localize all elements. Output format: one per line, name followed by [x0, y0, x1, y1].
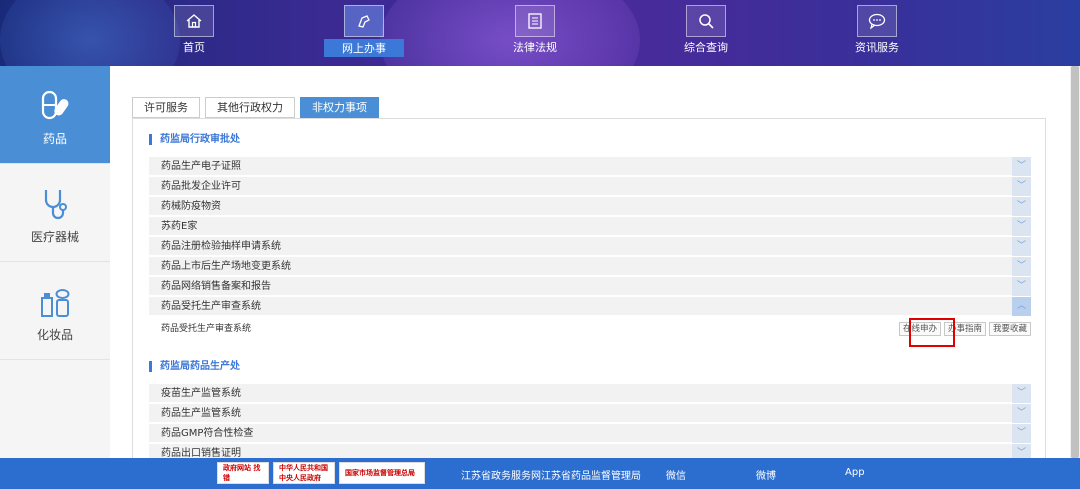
footer-link-wechat[interactable]: 微信 — [666, 467, 686, 482]
chevron-down-icon[interactable]: ﹀ — [1012, 237, 1031, 256]
central-gov-badge[interactable]: 中华人民共和国 中央人民政府 — [273, 462, 335, 484]
list-item[interactable]: 药械防疫物资 ﹀ — [149, 197, 1031, 216]
category-sidebar: 药品 医疗器械 化妆品 — [0, 66, 110, 458]
home-icon — [174, 5, 214, 37]
sidebar-item-cosmetics[interactable]: 化妆品 — [0, 262, 110, 360]
nav-news[interactable]: 资讯服务 — [851, 5, 903, 54]
chevron-down-icon[interactable]: ﹀ — [1012, 257, 1031, 276]
list-item[interactable]: 疫苗生产监管系统 ﹀ — [149, 384, 1031, 403]
list-item-label: 药品上市后生产场地变更系统 — [161, 261, 291, 272]
hand-icon — [344, 5, 384, 37]
annotation-highlight-box — [909, 318, 955, 347]
nav-query-label: 综合查询 — [684, 41, 728, 54]
nav-online-service-label: 网上办事 — [324, 39, 404, 57]
sidebar-item-drugs-label: 药品 — [42, 132, 67, 146]
chevron-down-icon[interactable]: ﹀ — [1012, 424, 1031, 443]
list-item-label: 药品受托生产审查系统 — [161, 301, 261, 312]
chevron-down-icon[interactable]: ﹀ — [1012, 384, 1031, 403]
chevron-down-icon[interactable]: ﹀ — [1012, 177, 1031, 196]
nav-online-service[interactable]: 网上办事 — [324, 5, 404, 57]
chevron-down-icon[interactable]: ﹀ — [1012, 197, 1031, 216]
list-item[interactable]: 药品生产电子证照 ﹀ — [149, 157, 1031, 176]
list-item-label: 药品注册检验抽样申请系统 — [161, 241, 281, 252]
sidebar-item-devices-label: 医疗器械 — [30, 230, 79, 244]
samr-badge[interactable]: 国家市场监督管理总局 — [339, 462, 425, 484]
nav-laws[interactable]: 法律法规 — [509, 5, 561, 54]
sidebar-item-cosmetics-label: 化妆品 — [36, 328, 73, 342]
chevron-down-icon[interactable]: ﹀ — [1012, 404, 1031, 423]
top-header: 首页 网上办事 法律法规 综合查询 资讯服务 — [0, 0, 1080, 66]
pill-icon — [41, 90, 69, 120]
stethoscope-icon — [44, 190, 67, 220]
sidebar-item-drugs[interactable]: 药品 — [0, 66, 110, 164]
page-scrollbar[interactable] — [1070, 66, 1080, 458]
section-title: 药监局行政审批处 — [149, 134, 240, 145]
footer-link-gov-service[interactable]: 江苏省政务服务网 — [461, 467, 541, 482]
section-title: 药监局药品生产处 — [149, 361, 240, 372]
tab-license[interactable]: 许可服务 — [132, 97, 200, 118]
list-item-label: 苏药E家 — [161, 221, 198, 232]
header-glow-left — [0, 0, 180, 66]
list-item-label: 药品生产监管系统 — [161, 408, 241, 419]
chat-icon — [857, 5, 897, 37]
tab-other-powers[interactable]: 其他行政权力 — [205, 97, 295, 118]
list-item-label: 药品网络销售备案和报告 — [161, 281, 271, 292]
list-item[interactable]: 药品注册检验抽样申请系统 ﹀ — [149, 237, 1031, 256]
list-item-label: 药品批发企业许可 — [161, 181, 241, 192]
list-item[interactable]: 药品生产监管系统 ﹀ — [149, 404, 1031, 423]
error-report-badge[interactable]: 政府网站 找错 — [217, 462, 269, 484]
list-item[interactable]: 苏药E家 ﹀ — [149, 217, 1031, 236]
nav-news-label: 资讯服务 — [855, 41, 899, 54]
chevron-down-icon[interactable]: ﹀ — [1012, 217, 1031, 236]
list-item-label: 疫苗生产监管系统 — [161, 388, 241, 399]
service-tabs: 许可服务 其他行政权力 非权力事项 — [132, 97, 384, 118]
footer-bar: 政府网站 找错 中华人民共和国 中央人民政府 国家市场监督管理总局 江苏省政务服… — [0, 458, 1080, 489]
nav-home[interactable]: 首页 — [168, 5, 220, 54]
chevron-up-icon[interactable]: ︿ — [1012, 297, 1031, 316]
cosmetics-icon — [41, 289, 70, 317]
document-icon — [515, 5, 555, 37]
list-item-expanded[interactable]: 药品受托生产审查系统 ︿ — [149, 297, 1031, 316]
subitem-label: 药品受托生产审查系统 — [161, 324, 252, 334]
scrollbar-thumb[interactable] — [1071, 66, 1079, 458]
search-icon — [686, 5, 726, 37]
chevron-down-icon[interactable]: ﹀ — [1012, 277, 1031, 296]
list-item-label: 药品生产电子证照 — [161, 161, 241, 172]
list-item[interactable]: 药品网络销售备案和报告 ﹀ — [149, 277, 1031, 296]
tab-panel: 药监局行政审批处 药品生产电子证照 ﹀ 药品批发企业许可 ﹀ 药械防疫物资 ﹀ 苏药E… — [132, 118, 1046, 463]
nav-home-label: 首页 — [183, 41, 205, 54]
tab-non-power[interactable]: 非权力事项 — [300, 97, 379, 118]
nav-query[interactable]: 综合查询 — [680, 5, 732, 54]
footer-link-weibo[interactable]: 微博 — [756, 467, 776, 482]
nav-laws-label: 法律法规 — [513, 41, 557, 54]
favorite-button[interactable]: 我要收藏 — [988, 322, 1031, 336]
list-item-label: 药械防疫物资 — [161, 201, 221, 212]
list-item[interactable]: 药品批发企业许可 ﹀ — [149, 177, 1031, 196]
subitem-row: 药品受托生产审查系统 在线申办 办事指南 我要收藏 — [149, 317, 1031, 341]
list-item[interactable]: 药品上市后生产场地变更系统 ﹀ — [149, 257, 1031, 276]
sidebar-item-devices[interactable]: 医疗器械 — [0, 164, 110, 262]
main-content: 许可服务 其他行政权力 非权力事项 药监局行政审批处 药品生产电子证照 ﹀ 药品批… — [110, 66, 1070, 463]
footer-link-drug-admin[interactable]: 江苏省药品监督管理局 — [541, 467, 641, 482]
list-item[interactable]: 药品GMP符合性检查 ﹀ — [149, 424, 1031, 443]
chevron-down-icon[interactable]: ﹀ — [1012, 157, 1031, 176]
footer-link-app[interactable]: App — [845, 467, 865, 478]
list-item-label: 药品GMP符合性检查 — [161, 428, 254, 439]
